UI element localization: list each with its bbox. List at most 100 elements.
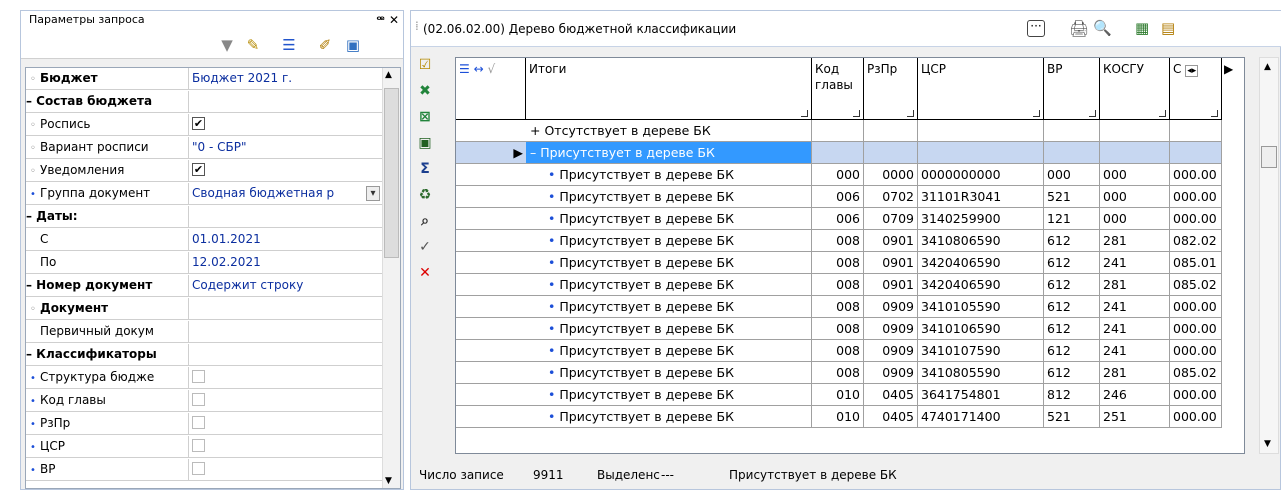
- checkbox[interactable]: [192, 393, 205, 406]
- cell-kod[interactable]: 010: [812, 406, 864, 428]
- cell-vr[interactable]: 612: [1044, 362, 1100, 384]
- param-row[interactable]: • Группа документ Сводная бюджетная р ▾: [26, 183, 382, 205]
- col-header-rzpr[interactable]: РзПр: [864, 58, 918, 120]
- cell-rzpr[interactable]: 0909: [864, 340, 918, 362]
- scroll-down-icon[interactable]: ▼: [1264, 439, 1271, 449]
- cell-vr[interactable]: 612: [1044, 230, 1100, 252]
- checkbox[interactable]: [192, 416, 205, 429]
- dropdown-icon[interactable]: ▾: [366, 186, 380, 201]
- cell-c[interactable]: 000.00: [1170, 186, 1222, 208]
- column-tools-header[interactable]: ☰ ↔ √: [456, 58, 526, 120]
- param-row[interactable]: Первичный докум: [26, 321, 382, 343]
- cell-csr[interactable]: 3420406590: [918, 274, 1044, 296]
- table-row[interactable]: • Присутствует в дереве БК 008 0909 3410106…: [456, 318, 1244, 340]
- cell-kod[interactable]: 008: [812, 252, 864, 274]
- cell-vr[interactable]: 121: [1044, 208, 1100, 230]
- filter-icon[interactable]: [1211, 110, 1218, 117]
- param-value[interactable]: ✔: [190, 114, 382, 136]
- cell-vr[interactable]: 612: [1044, 274, 1100, 296]
- cell-vr[interactable]: [1044, 120, 1100, 142]
- cell-rzpr[interactable]: 0702: [864, 186, 918, 208]
- tree-node[interactable]: • Присутствует в дереве БК: [526, 274, 812, 296]
- cell-kod[interactable]: 006: [812, 208, 864, 230]
- cell-kosgu[interactable]: 281: [1100, 274, 1170, 296]
- list-icon[interactable]: ☰: [279, 36, 299, 54]
- cell-c[interactable]: 082.02: [1170, 230, 1222, 252]
- cell-rzpr[interactable]: 0909: [864, 296, 918, 318]
- param-row[interactable]: • Структура бюдже: [26, 367, 382, 389]
- cell-rzpr[interactable]: 0709: [864, 208, 918, 230]
- table-row[interactable]: • Присутствует в дереве БК 008 0909 3410805…: [456, 362, 1244, 384]
- param-value[interactable]: Содержит строку: [190, 275, 382, 297]
- col-header-itogi[interactable]: Итоги: [526, 58, 812, 120]
- cell-kod[interactable]: 010: [812, 384, 864, 406]
- sum-icon[interactable]: Σ: [415, 161, 435, 177]
- table-row[interactable]: • Присутствует в дереве БК 010 0405 3641754…: [456, 384, 1244, 406]
- table-row[interactable]: • Присутствует в дереве БК 008 0909 3410107…: [456, 340, 1244, 362]
- expand-icon[interactable]: ↔: [474, 62, 484, 76]
- checkbox[interactable]: [192, 370, 205, 383]
- filter-icon[interactable]: [1033, 110, 1040, 117]
- cell-rzpr[interactable]: 0901: [864, 230, 918, 252]
- cell-kosgu[interactable]: [1100, 120, 1170, 142]
- scroll-thumb[interactable]: [1261, 146, 1277, 168]
- settings-icon[interactable]: ▤: [1161, 19, 1175, 37]
- cell-kod[interactable]: 008: [812, 318, 864, 340]
- param-row[interactable]: ◦ Роспись ✔: [26, 114, 382, 136]
- cell-vr[interactable]: [1044, 142, 1100, 164]
- checkbox[interactable]: [192, 439, 205, 452]
- cell-csr[interactable]: 3420406590: [918, 252, 1044, 274]
- param-value[interactable]: Сводная бюджетная р ▾: [190, 183, 382, 205]
- cell-rzpr[interactable]: 0909: [864, 318, 918, 340]
- cell-csr[interactable]: 31101R3041: [918, 186, 1044, 208]
- check-icon[interactable]: ✓: [415, 239, 435, 255]
- cell-csr[interactable]: 3410105590: [918, 296, 1044, 318]
- cell-c[interactable]: 000.00: [1170, 384, 1222, 406]
- cell-kosgu[interactable]: 281: [1100, 230, 1170, 252]
- excel-icon[interactable]: ✖: [415, 83, 435, 99]
- cell-vr[interactable]: 521: [1044, 406, 1100, 428]
- param-row[interactable]: ◦ Документ: [26, 298, 382, 320]
- cell-vr[interactable]: 612: [1044, 296, 1100, 318]
- col-header-vr[interactable]: ВР: [1044, 58, 1100, 120]
- cell-kod[interactable]: 000: [812, 164, 864, 186]
- cell-rzpr[interactable]: 0909: [864, 362, 918, 384]
- cell-c[interactable]: 085.02: [1170, 362, 1222, 384]
- cell-rzpr[interactable]: 0901: [864, 274, 918, 296]
- param-row[interactable]: ◦ Вариант росписи "0 - СБР": [26, 137, 382, 159]
- col-header-csr[interactable]: ЦСР: [918, 58, 1044, 120]
- params-scrollbar[interactable]: ▲ ▼: [382, 68, 400, 488]
- cell-kosgu[interactable]: 241: [1100, 296, 1170, 318]
- param-row[interactable]: С 01.01.2021: [26, 229, 382, 251]
- param-value[interactable]: [190, 91, 382, 113]
- cell-c[interactable]: 000.00: [1170, 318, 1222, 340]
- table-row[interactable]: • Присутствует в дереве БК 008 0901 3420406…: [456, 252, 1244, 274]
- cell-kosgu[interactable]: 000: [1100, 208, 1170, 230]
- param-value[interactable]: [190, 390, 382, 412]
- binoculars-icon[interactable]: ⌕: [415, 213, 435, 229]
- col-header-kosgu[interactable]: КОСГУ: [1100, 58, 1170, 120]
- cell-kosgu[interactable]: 281: [1100, 362, 1170, 384]
- cell-kosgu[interactable]: [1100, 142, 1170, 164]
- cell-csr[interactable]: 3410106590: [918, 318, 1044, 340]
- cell-kosgu[interactable]: 000: [1100, 164, 1170, 186]
- tree-node[interactable]: • Присутствует в дереве БК: [526, 296, 812, 318]
- cell-kod[interactable]: [812, 120, 864, 142]
- cell-vr[interactable]: 612: [1044, 252, 1100, 274]
- scroll-down-icon[interactable]: ▼: [385, 476, 392, 486]
- table-row[interactable]: • Присутствует в дереве БК 008 0901 3410806…: [456, 230, 1244, 252]
- cell-c[interactable]: 085.02: [1170, 274, 1222, 296]
- cell-rzpr[interactable]: [864, 120, 918, 142]
- save-icon[interactable]: ▣: [343, 36, 363, 54]
- table-row[interactable]: ▶ – Присутствует в дереве БК: [456, 142, 1244, 164]
- cell-c[interactable]: 000.00: [1170, 208, 1222, 230]
- cell-csr[interactable]: [918, 120, 1044, 142]
- cell-csr[interactable]: 3641754801: [918, 384, 1044, 406]
- param-value[interactable]: [190, 298, 382, 320]
- cell-kod[interactable]: 006: [812, 186, 864, 208]
- cell-csr[interactable]: 3410806590: [918, 230, 1044, 252]
- cell-vr[interactable]: 612: [1044, 340, 1100, 362]
- scroll-up-icon[interactable]: ▲: [1264, 62, 1271, 72]
- param-row[interactable]: • ВР: [26, 459, 382, 481]
- cell-rzpr[interactable]: [864, 142, 918, 164]
